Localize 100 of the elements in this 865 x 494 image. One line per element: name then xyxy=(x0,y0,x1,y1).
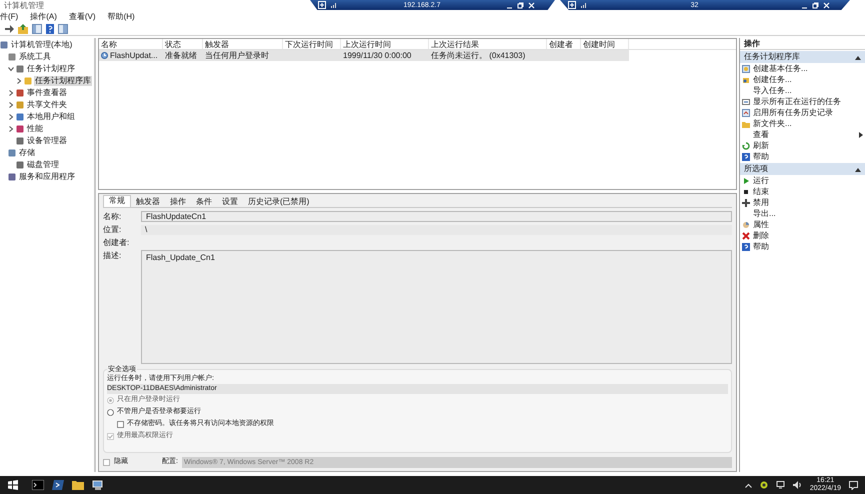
action-link[interactable]: 新文件夹... xyxy=(753,118,863,129)
column-header[interactable]: 状态 xyxy=(163,39,203,49)
action-link[interactable]: 禁用 xyxy=(753,197,863,208)
notification-icon[interactable] xyxy=(849,480,858,490)
folder-up-icon[interactable] xyxy=(18,24,28,34)
section-header[interactable]: 所选项 xyxy=(740,163,865,175)
action-link[interactable]: 创建任务... xyxy=(753,74,863,85)
computer-management-icon[interactable] xyxy=(92,480,104,490)
tree-item[interactable]: 服务和应用程序 xyxy=(18,172,76,182)
restore-icon[interactable] xyxy=(517,2,524,8)
forward-arrow-icon[interactable] xyxy=(4,24,14,34)
column-header[interactable]: 名称 xyxy=(99,39,163,49)
folder-icon xyxy=(742,120,750,128)
tray-app-icon[interactable] xyxy=(760,481,768,489)
action-link[interactable]: 显示所有正在运行的任务 xyxy=(753,96,863,107)
speaker-icon[interactable] xyxy=(792,481,802,489)
refresh-icon xyxy=(742,142,750,150)
radio-button[interactable] xyxy=(107,408,114,416)
action-link[interactable]: 帮助 xyxy=(753,241,863,252)
table-cell: 当任何用户登录时 xyxy=(205,50,269,61)
chevron-up-icon[interactable] xyxy=(744,482,752,488)
chevron-right-icon[interactable] xyxy=(8,114,14,120)
tree-item[interactable]: 磁盘管理 xyxy=(26,160,60,170)
chevron-down-icon[interactable] xyxy=(8,66,14,72)
close-icon[interactable] xyxy=(528,2,535,8)
chevron-right-icon[interactable] xyxy=(16,78,22,84)
action-link[interactable]: 查看 xyxy=(753,129,856,140)
folder-icon[interactable] xyxy=(72,480,84,490)
table-row[interactable]: FlashUpdat... 准备就绪 当任何用户登录时 1999/11/30 0:00:00 任务尚未运行。 (0x41303) xyxy=(99,50,629,61)
tab[interactable]: 历史记录(已禁用) xyxy=(243,197,314,207)
tree-item[interactable]: 任务计划程序库 xyxy=(34,76,92,86)
action-link[interactable]: 删除 xyxy=(753,230,863,241)
chevron-right-icon[interactable] xyxy=(8,90,14,96)
section-header[interactable]: 任务计划程序库 xyxy=(740,51,865,63)
stop-icon xyxy=(742,188,750,196)
tree-item[interactable]: 设备管理器 xyxy=(26,136,68,146)
close-icon[interactable] xyxy=(823,2,830,8)
action-link[interactable]: 启用所有任务历史记录 xyxy=(753,107,863,118)
tree-item[interactable]: 存储 xyxy=(18,148,36,158)
help-icon[interactable] xyxy=(46,24,54,34)
tree-item[interactable]: 性能 xyxy=(26,124,44,134)
description-field[interactable]: Flash_Update_Cn1 xyxy=(141,250,732,364)
chevron-right-icon[interactable] xyxy=(8,102,14,108)
column-header[interactable]: 触发器 xyxy=(203,39,283,49)
column-header[interactable]: 上次运行结果 xyxy=(429,39,547,49)
terminal-icon[interactable] xyxy=(32,480,44,490)
delete-icon xyxy=(742,232,750,240)
name-field[interactable]: FlashUpdateCn1 xyxy=(141,211,732,222)
tab[interactable]: 条件 xyxy=(191,197,217,207)
task-icon xyxy=(742,76,750,84)
clock-icon xyxy=(101,52,108,59)
action-link[interactable]: 导入任务... xyxy=(753,85,863,96)
location-value: \ xyxy=(141,224,732,234)
action-link[interactable]: 刷新 xyxy=(753,140,863,151)
console-tree-icon[interactable] xyxy=(32,24,42,34)
column-header[interactable]: 上次运行时间 xyxy=(341,39,429,49)
tree-item[interactable]: 事件查看器 xyxy=(26,88,68,98)
menu-item[interactable]: 查看(V) xyxy=(68,13,96,21)
submenu-arrow-icon[interactable] xyxy=(859,132,863,138)
tree-item[interactable]: 计算机管理(本地) xyxy=(10,40,74,50)
tree-item[interactable]: 本地用户和组 xyxy=(26,112,76,122)
chevron-right-icon[interactable] xyxy=(8,126,14,132)
table-cell: FlashUpdat... xyxy=(110,50,158,61)
tree-node-icon xyxy=(16,161,24,169)
tree-node-icon xyxy=(8,53,16,61)
restore-icon[interactable] xyxy=(812,2,819,8)
collapse-icon[interactable] xyxy=(855,166,861,172)
properties-icon xyxy=(742,220,750,228)
column-header[interactable]: 创建时间 xyxy=(581,39,629,49)
menu-item[interactable]: 件(F) xyxy=(0,13,18,21)
tab[interactable]: 常规 xyxy=(103,195,131,207)
tab[interactable]: 触发器 xyxy=(131,197,165,207)
tab[interactable]: 设置 xyxy=(217,197,243,207)
tree-item[interactable]: 共享文件夹 xyxy=(26,100,68,110)
checkbox[interactable] xyxy=(117,420,124,428)
action-link[interactable]: 帮助 xyxy=(753,151,863,162)
menu-item[interactable]: 帮助(H) xyxy=(108,13,135,21)
console-view-icon[interactable] xyxy=(58,24,68,34)
window-title: 计算机管理 xyxy=(4,2,44,10)
checkbox[interactable] xyxy=(103,458,110,466)
signal-icon xyxy=(330,1,338,9)
tree-node-icon xyxy=(24,77,32,85)
tree-item[interactable]: 系统工具 xyxy=(18,52,52,62)
action-link[interactable]: 创建基本任务... xyxy=(753,63,863,74)
powershell-icon[interactable] xyxy=(52,480,64,490)
column-header[interactable]: 创建者 xyxy=(547,39,581,49)
collapse-icon[interactable] xyxy=(855,54,861,60)
action-link[interactable]: 属性 xyxy=(753,219,863,230)
windows-icon[interactable] xyxy=(8,480,18,490)
action-link[interactable]: 运行 xyxy=(753,175,863,186)
running-tasks-icon xyxy=(742,98,750,106)
menu-item[interactable]: 操作(A) xyxy=(30,13,57,21)
tree-item[interactable]: 任务计划程序 xyxy=(26,64,76,74)
action-link[interactable]: 导出... xyxy=(753,208,863,219)
tab[interactable]: 操作 xyxy=(165,197,191,207)
history-icon xyxy=(742,108,750,116)
action-link[interactable]: 结束 xyxy=(753,186,863,197)
panel-title: 操作 xyxy=(740,38,865,50)
tree-node-icon xyxy=(16,113,24,121)
column-header[interactable]: 下次运行时间 xyxy=(283,39,341,49)
